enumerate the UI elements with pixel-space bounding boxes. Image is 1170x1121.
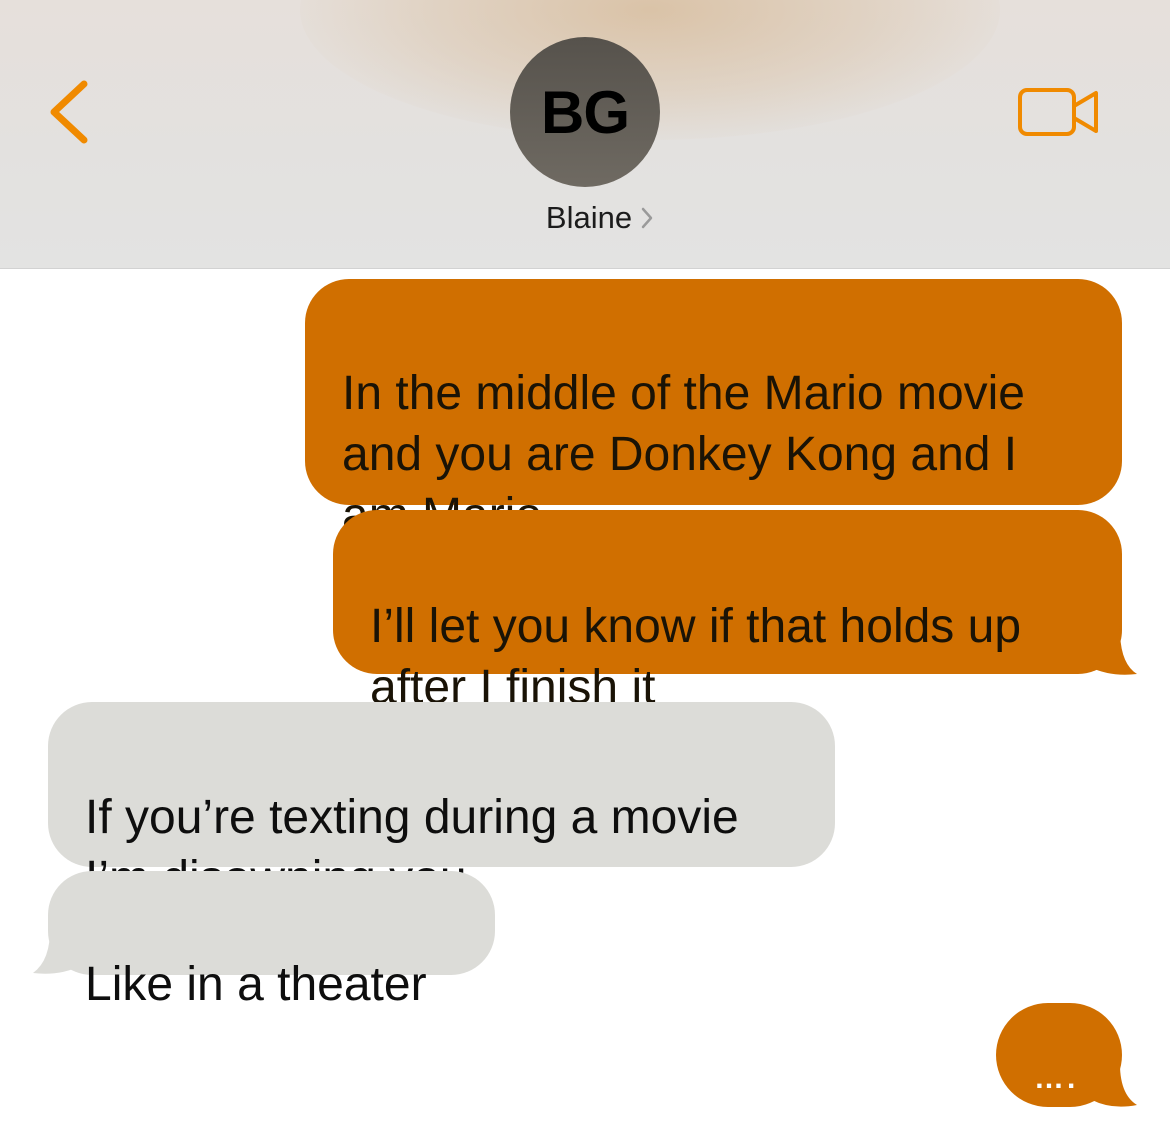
message-text: Like in a theater <box>85 958 427 1011</box>
back-button[interactable] <box>40 70 100 160</box>
contact-details-link[interactable]: Blaine <box>0 200 1170 236</box>
message-bubble-outgoing[interactable]: In the middle of the Mario movie and you… <box>305 279 1122 542</box>
contact-name: Blaine <box>545 200 633 235</box>
bubble-tail <box>1092 1060 1137 1107</box>
typing-indicator-text: …. <box>1034 1062 1079 1095</box>
video-camera-icon <box>1018 88 1098 136</box>
video-call-button[interactable] <box>1012 82 1104 142</box>
avatar-initials: BG <box>541 78 630 146</box>
messages-screen: BG Blaine In the middle of the Mario mov… <box>0 0 1170 1121</box>
chevron-right-icon <box>641 207 653 229</box>
avatar[interactable]: BG <box>510 37 660 187</box>
message-bubble-outgoing[interactable]: I’ll let you know if that holds up after… <box>333 510 1122 714</box>
message-bubble-incoming[interactable]: Like in a theater <box>48 871 495 1011</box>
message-bubble-incoming[interactable]: If you’re texting during a movie I’m dis… <box>48 702 835 905</box>
conversation-header: BG Blaine <box>0 0 1170 269</box>
chevron-left-icon <box>50 80 88 144</box>
message-text: I’ll let you know if that holds up after… <box>370 600 1022 714</box>
bubble-tail <box>1090 625 1137 675</box>
bubble-tail <box>33 926 80 974</box>
